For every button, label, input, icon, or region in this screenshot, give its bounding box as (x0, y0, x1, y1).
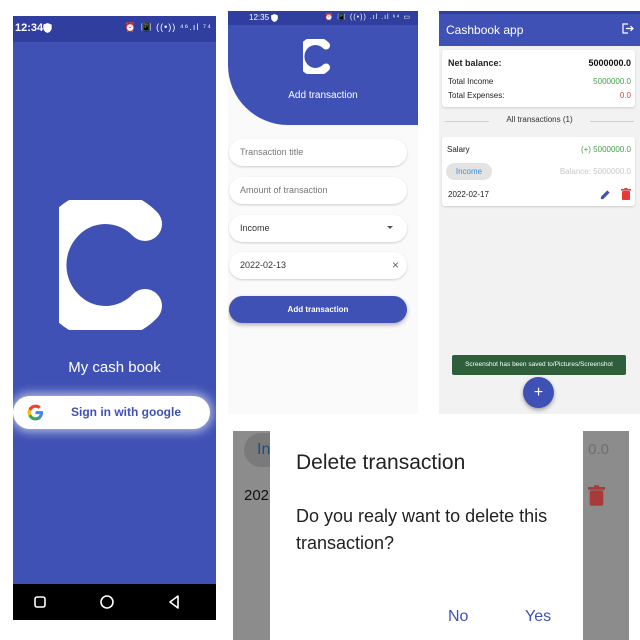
clear-icon[interactable]: × (392, 258, 399, 272)
app-logo-icon (59, 200, 162, 330)
delete-trash-icon (588, 485, 605, 506)
amount-input[interactable]: Amount of transaction (229, 177, 407, 204)
toast-message: Screenshot has been saved to/Pictures/Sc… (452, 355, 626, 375)
transaction-balance: Balance: 5000000.0 (559, 167, 631, 176)
app-logo-icon (303, 39, 331, 74)
nav-square-icon[interactable] (31, 593, 49, 611)
summary-card: Net balance: 5000000.0 Total Income 5000… (442, 50, 635, 107)
net-balance-value: 5000000.0 (588, 58, 631, 68)
no-button[interactable]: No (448, 608, 468, 626)
edit-pencil-icon[interactable] (600, 189, 611, 200)
yes-button[interactable]: Yes (525, 608, 551, 626)
page-title: Add transaction (288, 90, 358, 101)
background-balance-fragment: 0.0 (588, 441, 609, 458)
add-fab-button[interactable]: + (523, 377, 554, 408)
shield-icon (43, 23, 52, 33)
app-name: My cash book (68, 359, 161, 376)
sign-in-google-button[interactable]: Sign in with google (13, 396, 210, 429)
transaction-amount: (+) 5000000.0 (580, 145, 631, 154)
status-time: 12:35 (249, 13, 270, 22)
total-expenses-value: 0.0 (619, 91, 631, 100)
shield-icon (271, 14, 278, 22)
status-icons: ⏰ 📳 ((•)) .ıl .ıl ⁶⁴ ▭ (324, 14, 411, 21)
transaction-type-select[interactable]: Income (229, 215, 407, 242)
add-transaction-screen: 12:35 ⏰ 📳 ((•)) .ıl .ıl ⁶⁴ ▭ Add transac… (228, 11, 418, 414)
transaction-title: Salary (447, 145, 470, 154)
status-icons: ⏰ 📳 ((•)) ⁴⁶.ıl ⁷⁴ (124, 22, 212, 32)
transaction-title-placeholder: Transaction title (240, 147, 304, 157)
nav-back-icon[interactable] (165, 593, 183, 611)
total-income-value: 5000000.0 (593, 77, 631, 86)
delete-dialog-screen: In 0.0 202 Delete transaction Do you rea… (233, 431, 629, 640)
transaction-title-input[interactable]: Transaction title (229, 139, 407, 166)
transaction-date: 2022-02-17 (448, 190, 489, 199)
divider-line (590, 121, 634, 122)
logout-icon[interactable] (622, 23, 634, 34)
total-income-label: Total Income (448, 77, 494, 86)
transaction-card[interactable]: Salary (+) 5000000.0 Income Balance: 500… (442, 137, 635, 206)
status-time: 12:34 (15, 22, 44, 34)
total-expenses-label: Total Expenses: (448, 91, 505, 100)
dialog-title: Delete transaction (296, 451, 466, 474)
splash-screen: 12:34 ⏰ 📳 ((•)) ⁴⁶.ıl ⁷⁴ My cash book Si… (13, 16, 216, 620)
date-input[interactable]: 2022-02-13 × (229, 252, 407, 279)
type-value: Income (240, 223, 270, 233)
status-strip (439, 11, 640, 14)
section-label: All transactions (1) (506, 115, 573, 124)
status-bar: 12:35 ⏰ 📳 ((•)) .ıl .ıl ⁶⁴ ▭ (228, 11, 418, 25)
status-bar: 12:34 ⏰ 📳 ((•)) ⁴⁶.ıl ⁷⁴ (13, 16, 216, 42)
system-nav-bar (13, 584, 216, 620)
dialog-message: Do you realy want to delete this transac… (296, 506, 548, 553)
amount-placeholder: Amount of transaction (240, 185, 328, 195)
date-value: 2022-02-13 (240, 260, 287, 270)
delete-dialog: Delete transaction Do you realy want to … (270, 431, 583, 640)
transaction-type-chip: Income (446, 163, 492, 180)
cashbook-list-screen: Cashbook app Net balance: 5000000.0 Tota… (439, 11, 640, 414)
background-date-fragment: 202 (244, 487, 270, 504)
app-bar: Cashbook app (439, 11, 640, 46)
add-transaction-button[interactable]: Add transaction (229, 296, 407, 323)
sign-in-label: Sign in with google (71, 405, 181, 419)
app-title: Cashbook app (446, 23, 524, 37)
net-balance-label: Net balance: (448, 58, 502, 68)
google-g-icon (27, 404, 44, 421)
nav-circle-icon[interactable] (98, 593, 116, 611)
dropdown-arrow-icon (387, 226, 393, 229)
delete-trash-icon[interactable] (621, 188, 631, 200)
